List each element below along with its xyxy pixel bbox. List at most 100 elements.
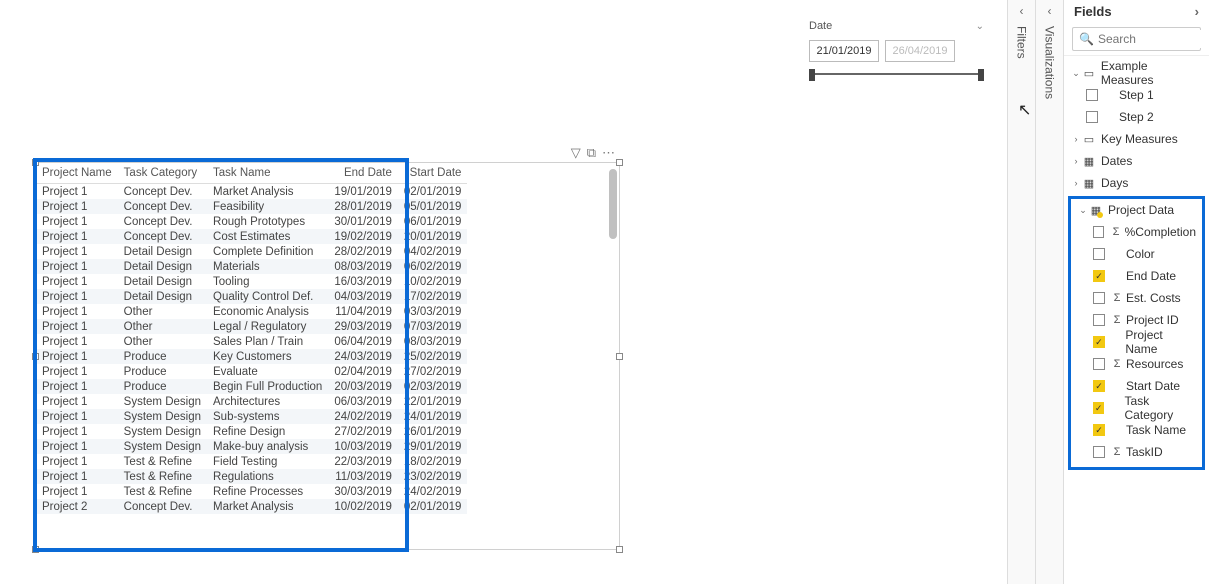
slider-handle-start[interactable] (809, 69, 815, 81)
table-cell: Other (118, 334, 207, 349)
field-taskid[interactable]: ΣTaskID (1071, 441, 1202, 463)
date-slicer[interactable]: Date ⌄ 21/01/2019 26/04/2019 (809, 20, 984, 81)
column-header[interactable]: End Date (328, 163, 398, 184)
fields-table-key-measures[interactable]: ›▭Key Measures (1064, 128, 1209, 150)
table-scrollbar[interactable] (609, 169, 617, 543)
table-cell: Market Analysis (207, 184, 328, 200)
table-cell: Project 1 (36, 409, 118, 424)
field-label: Est. Costs (1126, 291, 1181, 305)
field-checkbox[interactable]: ✓ (1093, 402, 1104, 414)
table-row[interactable]: Project 1System DesignRefine Design27/02… (36, 424, 467, 439)
column-header[interactable]: Start Date (398, 163, 468, 184)
caret-icon[interactable]: ⌄ (1070, 68, 1082, 79)
visualizations-pane-label: Visualizations (1043, 18, 1057, 99)
visualizations-pane-collapsed[interactable]: ‹ Visualizations (1035, 0, 1063, 584)
table-row[interactable]: Project 1Concept Dev.Rough Prototypes30/… (36, 214, 467, 229)
fields-tree: ⌄▭Example MeasuresStep 1Step 2›▭Key Meas… (1064, 56, 1209, 476)
field-color[interactable]: Color (1071, 243, 1202, 265)
chevron-down-icon[interactable]: ⌄ (976, 21, 984, 32)
field-checkbox[interactable]: ✓ (1093, 380, 1105, 392)
field--completion[interactable]: Σ%Completion (1071, 221, 1202, 243)
date-end-input[interactable]: 26/04/2019 (885, 40, 955, 62)
table-row[interactable]: Project 1Concept Dev.Feasibility28/01/20… (36, 199, 467, 214)
table-cell: 29/03/2019 (328, 319, 398, 334)
field-checkbox[interactable] (1093, 292, 1105, 304)
date-slider[interactable] (809, 67, 984, 81)
column-header[interactable]: Task Name (207, 163, 328, 184)
table-row[interactable]: Project 2Concept Dev.Market Analysis10/0… (36, 499, 467, 514)
field-checkbox[interactable] (1093, 226, 1104, 238)
field-task-category[interactable]: ✓Task Category (1071, 397, 1202, 419)
field-checkbox[interactable]: ✓ (1093, 424, 1105, 436)
table-row[interactable]: Project 1Test & RefineField Testing22/03… (36, 454, 467, 469)
field-end-date[interactable]: ✓End Date (1071, 265, 1202, 287)
table-cell: Regulations (207, 469, 328, 484)
field-checkbox[interactable]: ✓ (1093, 270, 1105, 282)
table-row[interactable]: Project 1System DesignArchitectures06/03… (36, 394, 467, 409)
resize-handle[interactable] (32, 546, 39, 553)
table-row[interactable]: Project 1System DesignSub-systems24/02/2… (36, 409, 467, 424)
expand-left-icon[interactable]: ‹ (1036, 0, 1063, 18)
collapse-right-icon[interactable]: › (1195, 4, 1199, 19)
field-checkbox[interactable]: ✓ (1093, 336, 1105, 348)
field-step-2[interactable]: Step 2 (1064, 106, 1209, 128)
table-cell: Project 1 (36, 379, 118, 394)
table-row[interactable]: Project 1Test & RefineRefine Processes30… (36, 484, 467, 499)
resize-handle[interactable] (616, 546, 623, 553)
fields-table-days[interactable]: ›▦Days (1064, 172, 1209, 194)
caret-icon[interactable]: ⌄ (1077, 205, 1089, 216)
table-row[interactable]: Project 1ProduceBegin Full Production20/… (36, 379, 467, 394)
fields-table-dates[interactable]: ›▦Dates (1064, 150, 1209, 172)
resize-handle[interactable] (616, 159, 623, 166)
filter-icon[interactable]: ▽ (571, 145, 581, 161)
field-checkbox[interactable] (1093, 358, 1105, 370)
table-row[interactable]: Project 1Detail DesignQuality Control De… (36, 289, 467, 304)
field-task-name[interactable]: ✓Task Name (1071, 419, 1202, 441)
caret-icon[interactable]: › (1070, 156, 1082, 166)
field-resources[interactable]: ΣResources (1071, 353, 1202, 375)
fields-table-project-data[interactable]: ⌄▦Project Data (1071, 199, 1202, 221)
field-est-costs[interactable]: ΣEst. Costs (1071, 287, 1202, 309)
table-visual[interactable]: ▽ ⧉ ⋯ Project NameTask CategoryTask Name… (35, 162, 620, 550)
more-options-icon[interactable]: ⋯ (602, 145, 615, 161)
filters-pane-collapsed[interactable]: ‹ Filters (1007, 0, 1035, 584)
table-row[interactable]: Project 1OtherSales Plan / Train06/04/20… (36, 334, 467, 349)
sigma-icon: Σ (1111, 446, 1123, 458)
table-row[interactable]: Project 1Concept Dev.Cost Estimates19/02… (36, 229, 467, 244)
table-row[interactable]: Project 1Concept Dev.Market Analysis19/0… (36, 184, 467, 200)
search-input[interactable] (1094, 30, 1209, 48)
table-row[interactable]: Project 1OtherEconomic Analysis11/04/201… (36, 304, 467, 319)
table-row[interactable]: Project 1Detail DesignMaterials08/03/201… (36, 259, 467, 274)
table-cell: 25/02/2019 (398, 349, 468, 364)
field-checkbox[interactable] (1093, 446, 1105, 458)
field-checkbox[interactable] (1086, 111, 1098, 123)
resize-handle[interactable] (32, 159, 39, 166)
table-row[interactable]: Project 1Detail DesignTooling16/03/20191… (36, 274, 467, 289)
table-cell: Economic Analysis (207, 304, 328, 319)
table-row[interactable]: Project 1System DesignMake-buy analysis1… (36, 439, 467, 454)
table-row[interactable]: Project 1Test & RefineRegulations11/03/2… (36, 469, 467, 484)
fields-search-input[interactable]: 🔍 (1072, 27, 1201, 51)
fields-table-example-measures[interactable]: ⌄▭Example Measures (1064, 62, 1209, 84)
table-row[interactable]: Project 1ProduceKey Customers24/03/20192… (36, 349, 467, 364)
field-step-1[interactable]: Step 1 (1064, 84, 1209, 106)
date-start-input[interactable]: 21/01/2019 (809, 40, 879, 62)
resize-handle[interactable] (32, 353, 39, 360)
table-cell: Project 1 (36, 229, 118, 244)
filters-pane-label: Filters (1015, 18, 1029, 59)
column-header[interactable]: Project Name (36, 163, 118, 184)
expand-left-icon[interactable]: ‹ (1008, 0, 1035, 18)
caret-icon[interactable]: › (1070, 134, 1082, 144)
column-header[interactable]: Task Category (118, 163, 207, 184)
focus-mode-icon[interactable]: ⧉ (587, 145, 596, 161)
table-row[interactable]: Project 1ProduceEvaluate02/04/201927/02/… (36, 364, 467, 379)
table-row[interactable]: Project 1Detail DesignComplete Definitio… (36, 244, 467, 259)
field-checkbox[interactable] (1086, 89, 1098, 101)
table-row[interactable]: Project 1OtherLegal / Regulatory29/03/20… (36, 319, 467, 334)
field-checkbox[interactable] (1093, 314, 1105, 326)
field-checkbox[interactable] (1093, 248, 1105, 260)
slider-handle-end[interactable] (978, 69, 984, 81)
caret-icon[interactable]: › (1070, 178, 1082, 188)
resize-handle[interactable] (616, 353, 623, 360)
field-project-name[interactable]: ✓Project Name (1071, 331, 1202, 353)
